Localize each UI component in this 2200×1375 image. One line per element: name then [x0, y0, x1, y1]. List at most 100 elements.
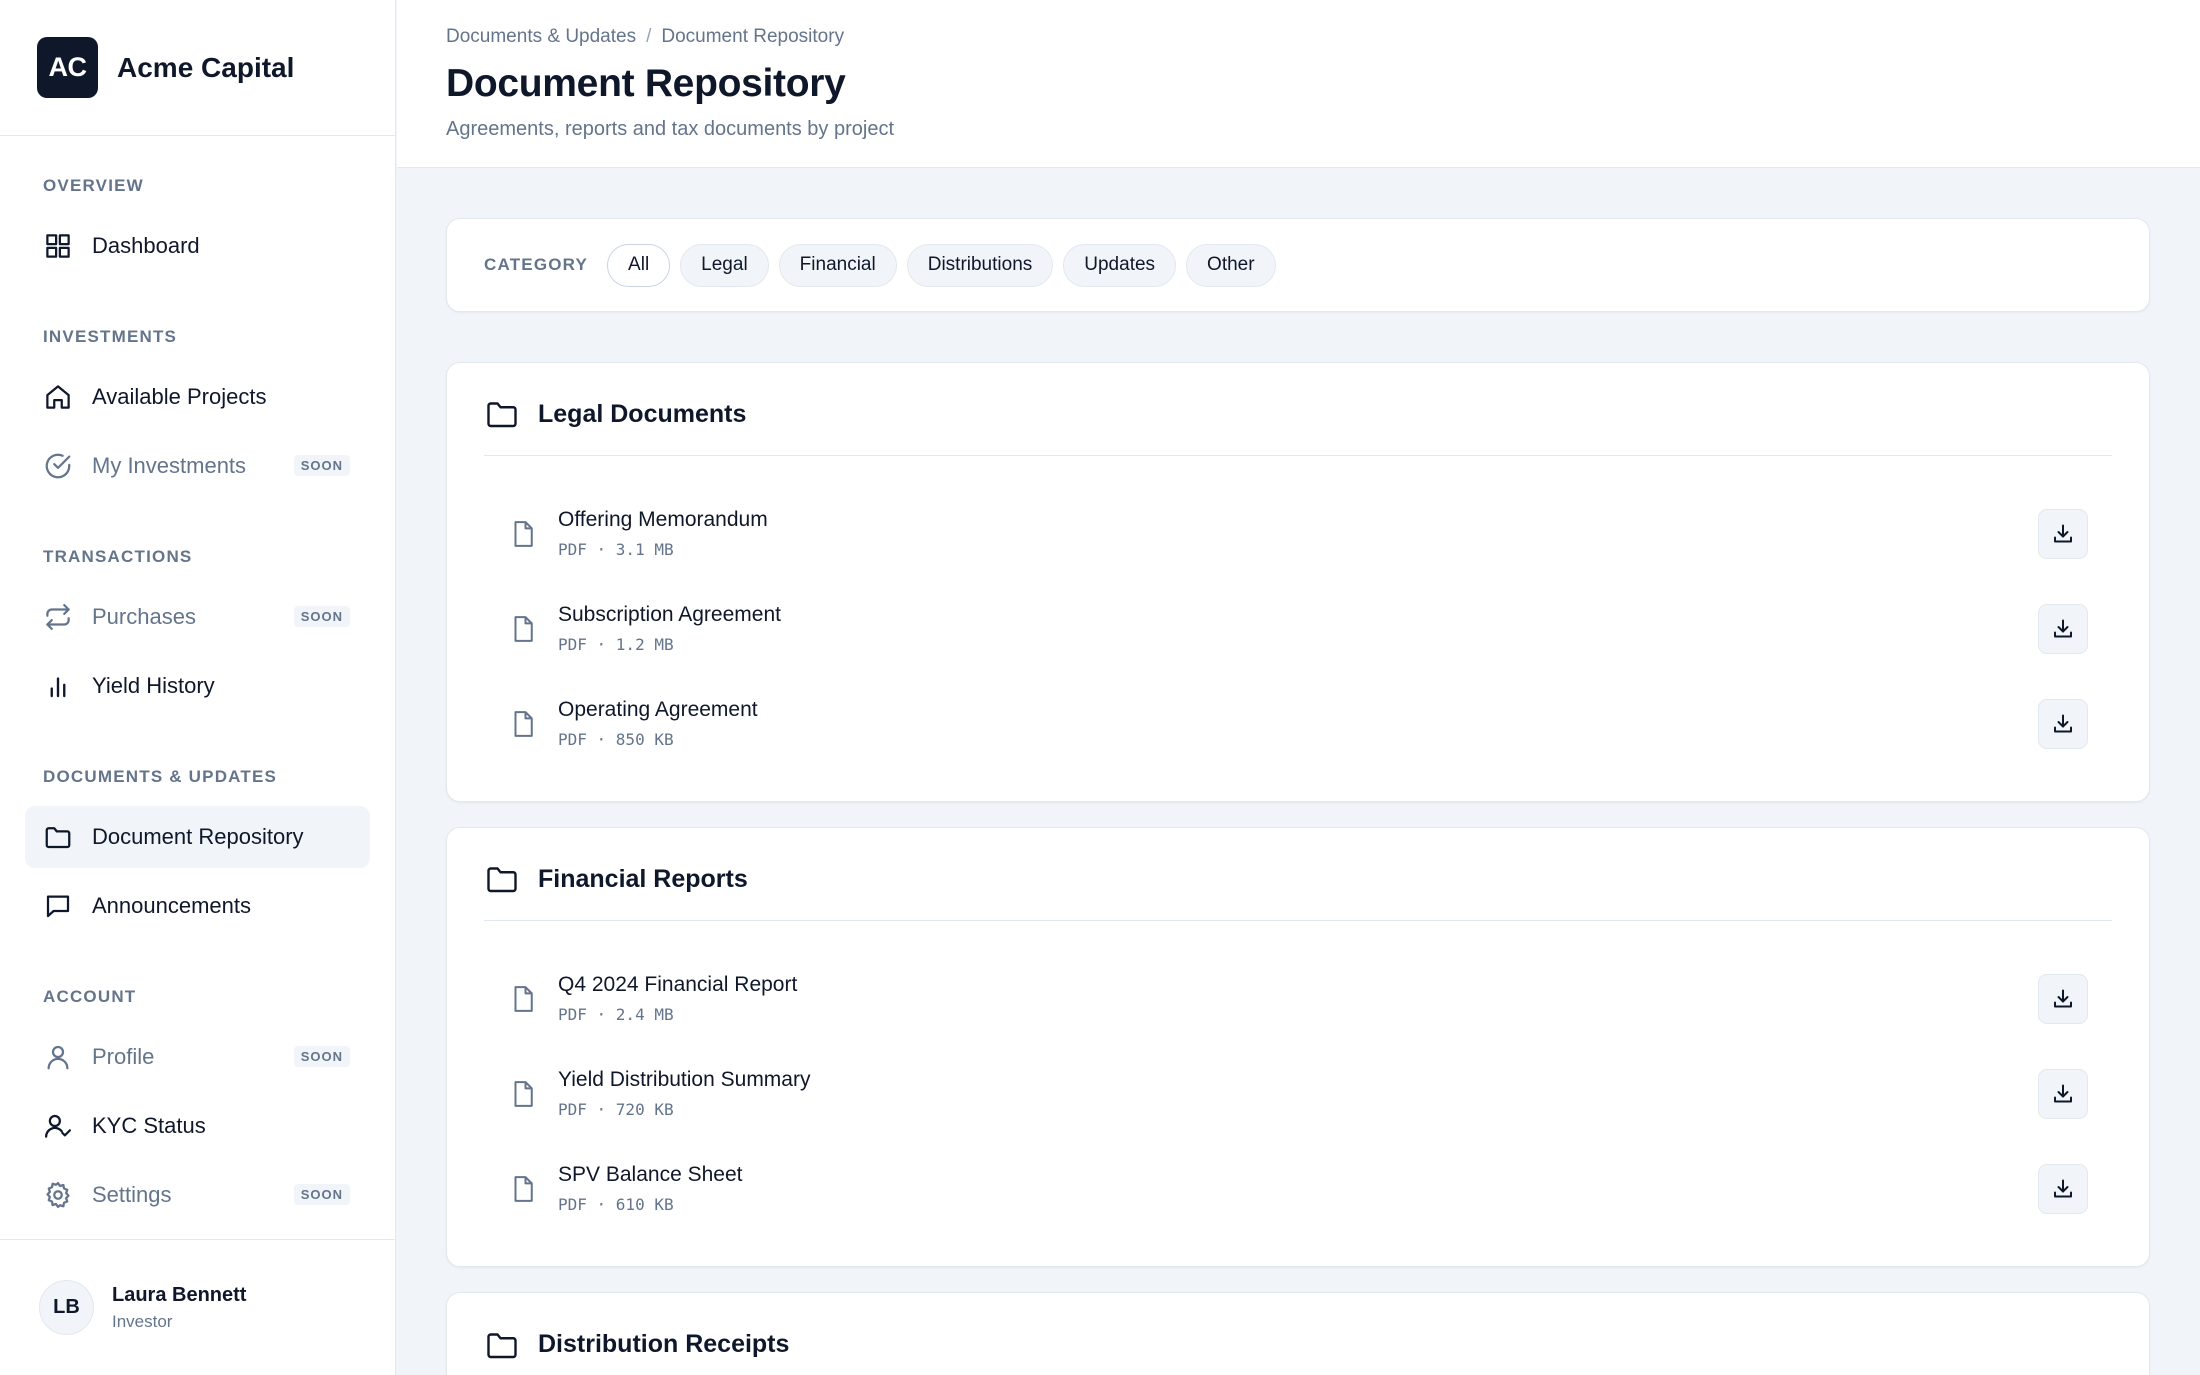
home-icon — [46, 385, 70, 409]
category-filter: CATEGORY All Legal Financial Distributio… — [446, 218, 2150, 312]
download-button[interactable] — [2038, 699, 2088, 749]
file-icon — [514, 710, 533, 737]
gear-icon — [46, 1182, 70, 1208]
filter-chip-other[interactable]: Other — [1186, 243, 1276, 287]
file-icon — [514, 1080, 533, 1107]
sidebar-item-label: My Investments — [92, 453, 247, 478]
sidebar-item-document-repository[interactable]: Document Repository — [25, 806, 370, 868]
filter-chip-financial[interactable]: Financial — [778, 243, 897, 287]
download-button[interactable] — [2038, 1069, 2088, 1119]
sidebar-item-label: Available Projects — [92, 384, 267, 409]
folder-icon — [487, 402, 517, 428]
download-icon — [2054, 524, 2072, 543]
soon-badge: SOON — [293, 606, 350, 627]
breadcrumb-item-documents-updates[interactable]: Documents & Updates — [446, 26, 636, 48]
document-meta: PDF · 850 KB — [558, 730, 674, 749]
document-row[interactable]: Offering Memorandum PDF · 3.1 MB — [484, 486, 2112, 581]
section-title: Financial Reports — [538, 864, 748, 893]
folder-icon — [487, 867, 517, 893]
download-button[interactable] — [2038, 604, 2088, 654]
nav-section-title: OVERVIEW — [43, 176, 144, 195]
sidebar-item-yield-history[interactable]: Yield History — [25, 655, 370, 717]
download-icon — [2054, 1179, 2072, 1198]
document-name: Offering Memorandum — [558, 508, 768, 531]
user-profile[interactable]: LB Laura Bennett Investor — [0, 1239, 395, 1375]
document-row[interactable]: Subscription Agreement PDF · 1.2 MB — [484, 581, 2112, 676]
sidebar-item-profile[interactable]: Profile SOON — [25, 1026, 370, 1088]
filter-chip-distributions[interactable]: Distributions — [906, 243, 1054, 287]
bar-chart-icon — [50, 677, 66, 698]
brand-logo: AC — [37, 37, 98, 98]
nav-section-account: ACCOUNT Profile SOON KYC Status Settings… — [0, 983, 395, 1226]
user-name: Laura Bennett — [112, 1283, 247, 1306]
main-content: CATEGORY All Legal Financial Distributio… — [446, 218, 2150, 1375]
download-button[interactable] — [2038, 974, 2088, 1024]
nav-section-title: INVESTMENTS — [43, 327, 178, 346]
page-header: Documents & Updates / Document Repositor… — [397, 0, 2200, 168]
document-list: Q4 2024 Financial Report PDF · 2.4 MB Yi… — [484, 921, 2112, 1266]
document-row[interactable]: Operating Agreement PDF · 850 KB — [484, 676, 2112, 771]
sidebar-nav: OVERVIEW Dashboard INVESTMENTS Available… — [0, 136, 395, 1226]
sidebar-item-purchases[interactable]: Purchases SOON — [25, 586, 370, 648]
document-info: Subscription Agreement PDF · 1.2 MB — [558, 603, 781, 654]
document-row[interactable]: Q4 2024 Financial Report PDF · 2.4 MB — [484, 951, 2112, 1046]
sidebar-item-settings[interactable]: Settings SOON — [25, 1164, 370, 1226]
download-icon — [2054, 989, 2072, 1008]
document-name: Subscription Agreement — [558, 603, 781, 626]
breadcrumb-separator: / — [646, 26, 652, 47]
sidebar-item-announcements[interactable]: Announcements — [25, 875, 370, 937]
message-icon — [46, 895, 70, 918]
sidebar-item-label: Announcements — [92, 893, 251, 918]
nav-section-title: DOCUMENTS & UPDATES — [43, 767, 278, 786]
filter-chip-legal[interactable]: Legal — [680, 243, 769, 287]
section-title: Legal Documents — [538, 399, 747, 428]
filter-chip-all[interactable]: All — [607, 243, 671, 287]
file-icon — [514, 615, 533, 642]
document-name: Q4 2024 Financial Report — [558, 973, 798, 996]
document-row[interactable]: SPV Balance Sheet PDF · 610 KB — [484, 1141, 2112, 1236]
document-meta: PDF · 3.1 MB — [558, 540, 674, 559]
nav-section-title: TRANSACTIONS — [43, 547, 193, 566]
filter-chip-updates[interactable]: Updates — [1063, 243, 1177, 287]
document-meta: PDF · 1.2 MB — [558, 635, 674, 654]
document-row[interactable]: Yield Distribution Summary PDF · 720 KB — [484, 1046, 2112, 1141]
sidebar-item-available-projects[interactable]: Available Projects — [25, 366, 370, 428]
sidebar-item-label: Settings — [92, 1182, 172, 1207]
sidebar-item-label: Purchases — [92, 604, 196, 629]
document-list: Offering Memorandum PDF · 3.1 MB Subscri… — [484, 456, 2112, 801]
brand-name: Acme Capital — [117, 51, 295, 83]
user-info: Laura Bennett Investor — [112, 1284, 246, 1332]
sidebar-item-label: Dashboard — [92, 233, 200, 258]
document-name: SPV Balance Sheet — [558, 1163, 743, 1186]
nav-section-documents: DOCUMENTS & UPDATES Document Repository … — [0, 763, 395, 937]
sidebar-item-dashboard[interactable]: Dashboard — [25, 215, 370, 277]
section-legal-documents: Legal Documents Offering Memorandum PDF … — [446, 362, 2150, 802]
page-title: Document Repository — [446, 62, 846, 105]
sidebar-item-label: Profile — [92, 1044, 155, 1069]
download-button[interactable] — [2038, 1164, 2088, 1214]
section-header: Distribution Receipts — [484, 1293, 2112, 1375]
sidebar-item-kyc-status[interactable]: KYC Status — [25, 1095, 370, 1157]
sidebar-item-my-investments[interactable]: My Investments SOON — [25, 435, 370, 497]
file-icon — [514, 985, 533, 1012]
soon-badge: SOON — [293, 1184, 350, 1205]
brand[interactable]: AC Acme Capital — [0, 0, 395, 136]
document-info: SPV Balance Sheet PDF · 610 KB — [558, 1163, 742, 1214]
document-name: Yield Distribution Summary — [558, 1068, 811, 1091]
section-header: Legal Documents — [484, 363, 2112, 456]
sidebar: AC Acme Capital OVERVIEW Dashboard INVES… — [0, 0, 396, 1375]
soon-badge: SOON — [293, 455, 350, 476]
document-meta: PDF · 720 KB — [558, 1100, 674, 1119]
user-icon — [47, 1045, 69, 1070]
nav-section-overview: OVERVIEW Dashboard — [0, 172, 395, 277]
section-distribution-receipts: Distribution Receipts — [446, 1292, 2150, 1375]
repeat-icon — [46, 604, 70, 630]
document-info: Operating Agreement PDF · 850 KB — [558, 698, 758, 749]
avatar: LB — [39, 1280, 94, 1335]
download-button[interactable] — [2038, 509, 2088, 559]
section-title: Distribution Receipts — [538, 1330, 790, 1358]
nav-section-investments: INVESTMENTS Available Projects My Invest… — [0, 323, 395, 497]
breadcrumb: Documents & Updates / Document Repositor… — [446, 26, 2200, 48]
user-role: Investor — [112, 1311, 173, 1331]
download-icon — [2054, 619, 2072, 638]
